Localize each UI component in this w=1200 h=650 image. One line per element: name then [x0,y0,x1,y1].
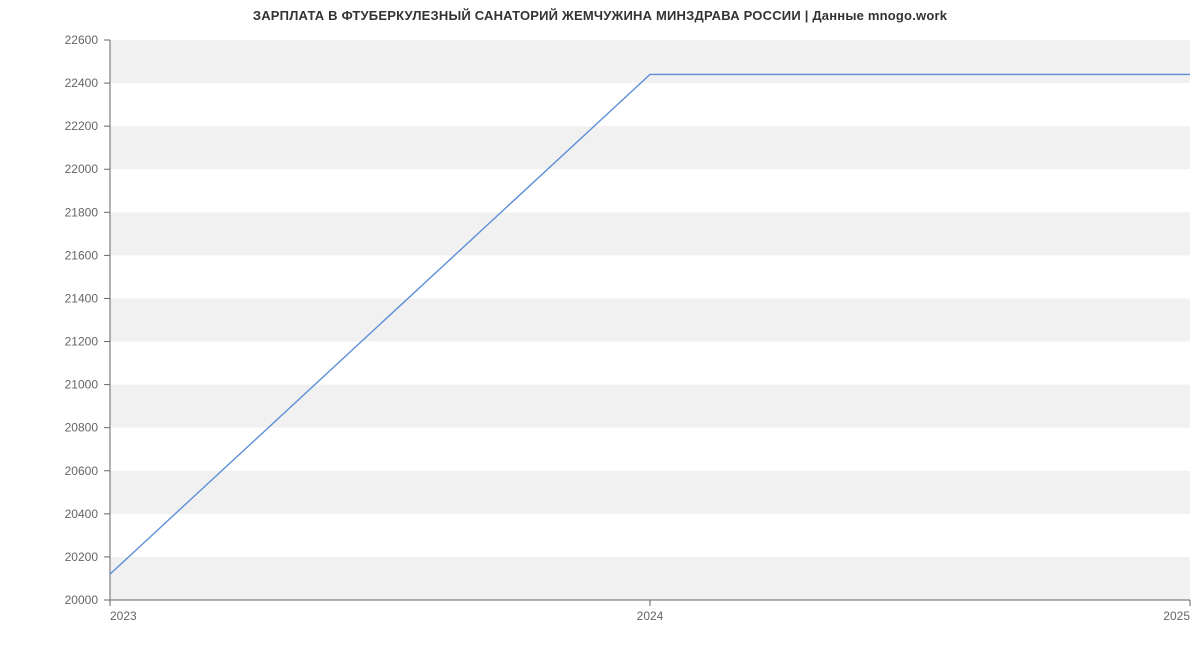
chart-title: ЗАРПЛАТА В ФТУБЕРКУЛЕЗНЫЙ САНАТОРИЙ ЖЕМЧ… [0,0,1200,23]
chart-container: ЗАРПЛАТА В ФТУБЕРКУЛЕЗНЫЙ САНАТОРИЙ ЖЕМЧ… [0,0,1200,650]
svg-text:22400: 22400 [65,76,99,90]
svg-text:21600: 21600 [65,248,99,262]
chart-svg: 20000 20200 20400 20600 20800 21000 21200 21400… [50,35,1200,635]
svg-text:22200: 22200 [65,119,99,133]
svg-text:2023: 2023 [110,609,137,623]
svg-text:21800: 21800 [65,205,99,219]
svg-text:20800: 20800 [65,421,99,435]
svg-text:2024: 2024 [637,609,664,623]
svg-text:21200: 21200 [65,335,99,349]
svg-text:22000: 22000 [65,162,99,176]
svg-text:20000: 20000 [65,593,99,607]
plot-area: 2000020200204002060020800210002120021400… [110,40,1190,600]
svg-text:21000: 21000 [65,378,99,392]
svg-text:22600: 22600 [65,35,99,47]
svg-text:2025: 2025 [1163,609,1190,623]
svg-text:20200: 20200 [65,550,99,564]
svg-text:21400: 21400 [65,291,99,305]
svg-text:20400: 20400 [65,507,99,521]
svg-text:20600: 20600 [65,464,99,478]
